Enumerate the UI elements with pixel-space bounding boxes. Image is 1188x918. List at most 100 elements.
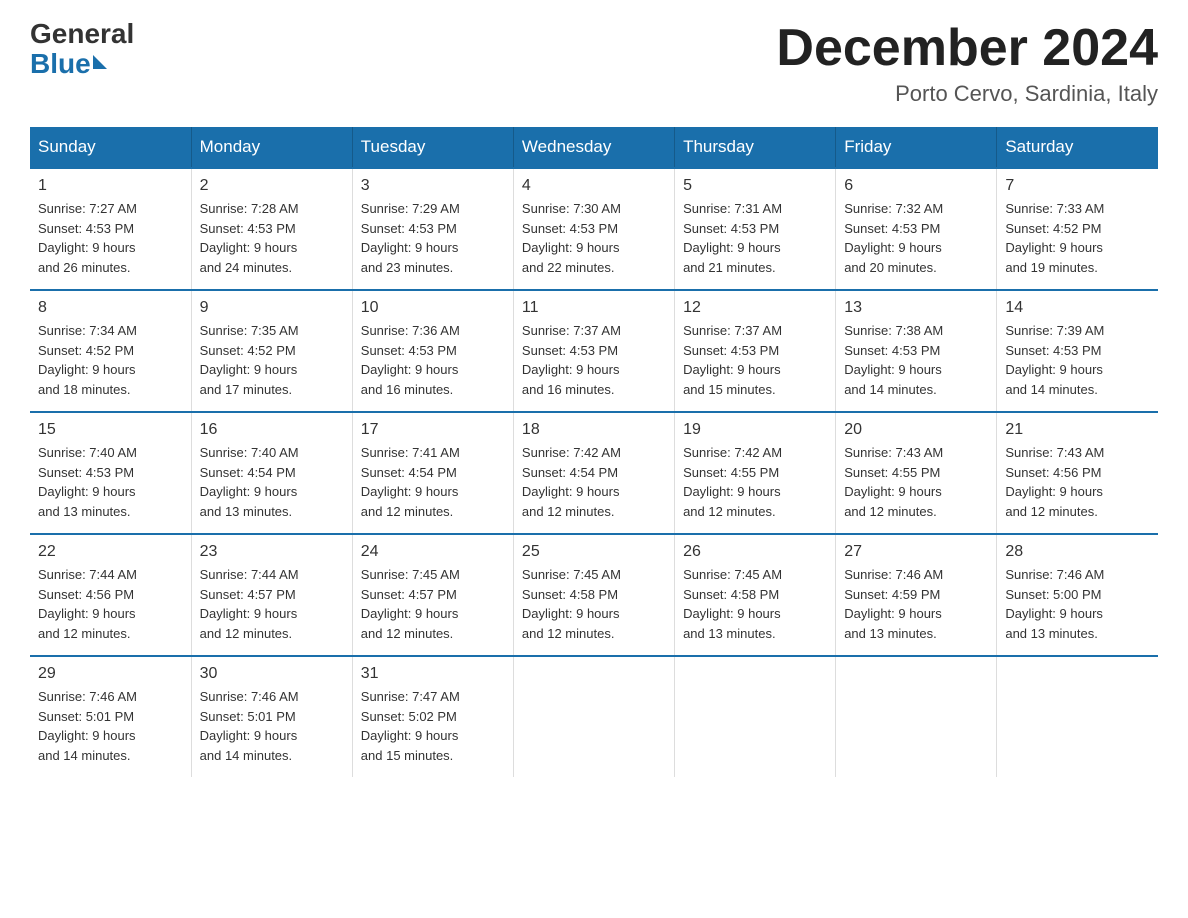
calendar-cell: 5 Sunrise: 7:31 AM Sunset: 4:53 PM Dayli… [675, 168, 836, 290]
day-info: Sunrise: 7:42 AM Sunset: 4:55 PM Dayligh… [683, 443, 827, 521]
day-number: 12 [683, 299, 827, 317]
calendar-cell: 31 Sunrise: 7:47 AM Sunset: 5:02 PM Dayl… [352, 656, 513, 777]
day-number: 1 [38, 177, 183, 195]
calendar-cell: 2 Sunrise: 7:28 AM Sunset: 4:53 PM Dayli… [191, 168, 352, 290]
col-tuesday: Tuesday [352, 127, 513, 168]
day-number: 19 [683, 421, 827, 439]
calendar-cell: 29 Sunrise: 7:46 AM Sunset: 5:01 PM Dayl… [30, 656, 191, 777]
location-text: Porto Cervo, Sardinia, Italy [776, 81, 1158, 107]
day-info: Sunrise: 7:47 AM Sunset: 5:02 PM Dayligh… [361, 687, 505, 765]
day-number: 13 [844, 299, 988, 317]
day-number: 31 [361, 665, 505, 683]
day-info: Sunrise: 7:45 AM Sunset: 4:57 PM Dayligh… [361, 565, 505, 643]
col-thursday: Thursday [675, 127, 836, 168]
calendar-cell: 30 Sunrise: 7:46 AM Sunset: 5:01 PM Dayl… [191, 656, 352, 777]
day-info: Sunrise: 7:31 AM Sunset: 4:53 PM Dayligh… [683, 199, 827, 277]
col-sunday: Sunday [30, 127, 191, 168]
day-info: Sunrise: 7:41 AM Sunset: 4:54 PM Dayligh… [361, 443, 505, 521]
calendar-week-row: 8 Sunrise: 7:34 AM Sunset: 4:52 PM Dayli… [30, 290, 1158, 412]
day-info: Sunrise: 7:40 AM Sunset: 4:53 PM Dayligh… [38, 443, 183, 521]
day-number: 7 [1005, 177, 1150, 195]
day-number: 29 [38, 665, 183, 683]
calendar-cell: 9 Sunrise: 7:35 AM Sunset: 4:52 PM Dayli… [191, 290, 352, 412]
day-info: Sunrise: 7:28 AM Sunset: 4:53 PM Dayligh… [200, 199, 344, 277]
calendar-cell: 18 Sunrise: 7:42 AM Sunset: 4:54 PM Dayl… [513, 412, 674, 534]
calendar-cell: 19 Sunrise: 7:42 AM Sunset: 4:55 PM Dayl… [675, 412, 836, 534]
calendar-cell: 4 Sunrise: 7:30 AM Sunset: 4:53 PM Dayli… [513, 168, 674, 290]
calendar-cell: 25 Sunrise: 7:45 AM Sunset: 4:58 PM Dayl… [513, 534, 674, 656]
month-title: December 2024 [776, 20, 1158, 77]
day-number: 20 [844, 421, 988, 439]
calendar-cell: 3 Sunrise: 7:29 AM Sunset: 4:53 PM Dayli… [352, 168, 513, 290]
day-info: Sunrise: 7:32 AM Sunset: 4:53 PM Dayligh… [844, 199, 988, 277]
day-info: Sunrise: 7:46 AM Sunset: 5:00 PM Dayligh… [1005, 565, 1150, 643]
day-number: 6 [844, 177, 988, 195]
day-info: Sunrise: 7:46 AM Sunset: 5:01 PM Dayligh… [200, 687, 344, 765]
logo-blue-text: Blue [30, 48, 107, 80]
day-info: Sunrise: 7:37 AM Sunset: 4:53 PM Dayligh… [522, 321, 666, 399]
calendar-cell [675, 656, 836, 777]
day-number: 25 [522, 543, 666, 561]
day-number: 26 [683, 543, 827, 561]
day-info: Sunrise: 7:30 AM Sunset: 4:53 PM Dayligh… [522, 199, 666, 277]
day-number: 3 [361, 177, 505, 195]
calendar-cell [997, 656, 1158, 777]
calendar-cell: 14 Sunrise: 7:39 AM Sunset: 4:53 PM Dayl… [997, 290, 1158, 412]
day-number: 11 [522, 299, 666, 317]
calendar-cell: 6 Sunrise: 7:32 AM Sunset: 4:53 PM Dayli… [836, 168, 997, 290]
calendar-cell: 11 Sunrise: 7:37 AM Sunset: 4:53 PM Dayl… [513, 290, 674, 412]
day-number: 28 [1005, 543, 1150, 561]
calendar-week-row: 1 Sunrise: 7:27 AM Sunset: 4:53 PM Dayli… [30, 168, 1158, 290]
logo-general-text: General [30, 20, 134, 48]
calendar-cell: 10 Sunrise: 7:36 AM Sunset: 4:53 PM Dayl… [352, 290, 513, 412]
day-info: Sunrise: 7:34 AM Sunset: 4:52 PM Dayligh… [38, 321, 183, 399]
calendar-cell: 23 Sunrise: 7:44 AM Sunset: 4:57 PM Dayl… [191, 534, 352, 656]
day-info: Sunrise: 7:38 AM Sunset: 4:53 PM Dayligh… [844, 321, 988, 399]
day-info: Sunrise: 7:40 AM Sunset: 4:54 PM Dayligh… [200, 443, 344, 521]
calendar-cell: 28 Sunrise: 7:46 AM Sunset: 5:00 PM Dayl… [997, 534, 1158, 656]
calendar-cell [513, 656, 674, 777]
day-number: 21 [1005, 421, 1150, 439]
day-info: Sunrise: 7:43 AM Sunset: 4:55 PM Dayligh… [844, 443, 988, 521]
day-number: 9 [200, 299, 344, 317]
day-number: 30 [200, 665, 344, 683]
col-wednesday: Wednesday [513, 127, 674, 168]
day-number: 27 [844, 543, 988, 561]
calendar-table: Sunday Monday Tuesday Wednesday Thursday… [30, 127, 1158, 777]
calendar-cell: 1 Sunrise: 7:27 AM Sunset: 4:53 PM Dayli… [30, 168, 191, 290]
logo: General Blue [30, 20, 134, 80]
day-info: Sunrise: 7:46 AM Sunset: 4:59 PM Dayligh… [844, 565, 988, 643]
calendar-cell: 12 Sunrise: 7:37 AM Sunset: 4:53 PM Dayl… [675, 290, 836, 412]
logo-triangle-icon [93, 55, 107, 69]
day-number: 17 [361, 421, 505, 439]
day-number: 15 [38, 421, 183, 439]
calendar-cell: 24 Sunrise: 7:45 AM Sunset: 4:57 PM Dayl… [352, 534, 513, 656]
day-info: Sunrise: 7:44 AM Sunset: 4:56 PM Dayligh… [38, 565, 183, 643]
calendar-cell: 22 Sunrise: 7:44 AM Sunset: 4:56 PM Dayl… [30, 534, 191, 656]
calendar-cell: 21 Sunrise: 7:43 AM Sunset: 4:56 PM Dayl… [997, 412, 1158, 534]
day-info: Sunrise: 7:37 AM Sunset: 4:53 PM Dayligh… [683, 321, 827, 399]
day-info: Sunrise: 7:35 AM Sunset: 4:52 PM Dayligh… [200, 321, 344, 399]
calendar-week-row: 22 Sunrise: 7:44 AM Sunset: 4:56 PM Dayl… [30, 534, 1158, 656]
day-info: Sunrise: 7:43 AM Sunset: 4:56 PM Dayligh… [1005, 443, 1150, 521]
day-number: 18 [522, 421, 666, 439]
col-friday: Friday [836, 127, 997, 168]
day-info: Sunrise: 7:36 AM Sunset: 4:53 PM Dayligh… [361, 321, 505, 399]
day-number: 10 [361, 299, 505, 317]
page-header: General Blue December 2024 Porto Cervo, … [30, 20, 1158, 107]
day-number: 5 [683, 177, 827, 195]
calendar-cell: 15 Sunrise: 7:40 AM Sunset: 4:53 PM Dayl… [30, 412, 191, 534]
day-number: 24 [361, 543, 505, 561]
day-info: Sunrise: 7:46 AM Sunset: 5:01 PM Dayligh… [38, 687, 183, 765]
day-info: Sunrise: 7:42 AM Sunset: 4:54 PM Dayligh… [522, 443, 666, 521]
day-info: Sunrise: 7:39 AM Sunset: 4:53 PM Dayligh… [1005, 321, 1150, 399]
calendar-cell: 16 Sunrise: 7:40 AM Sunset: 4:54 PM Dayl… [191, 412, 352, 534]
day-number: 23 [200, 543, 344, 561]
calendar-cell: 26 Sunrise: 7:45 AM Sunset: 4:58 PM Dayl… [675, 534, 836, 656]
day-info: Sunrise: 7:29 AM Sunset: 4:53 PM Dayligh… [361, 199, 505, 277]
day-info: Sunrise: 7:45 AM Sunset: 4:58 PM Dayligh… [683, 565, 827, 643]
calendar-week-row: 29 Sunrise: 7:46 AM Sunset: 5:01 PM Dayl… [30, 656, 1158, 777]
day-number: 4 [522, 177, 666, 195]
day-info: Sunrise: 7:27 AM Sunset: 4:53 PM Dayligh… [38, 199, 183, 277]
day-info: Sunrise: 7:44 AM Sunset: 4:57 PM Dayligh… [200, 565, 344, 643]
